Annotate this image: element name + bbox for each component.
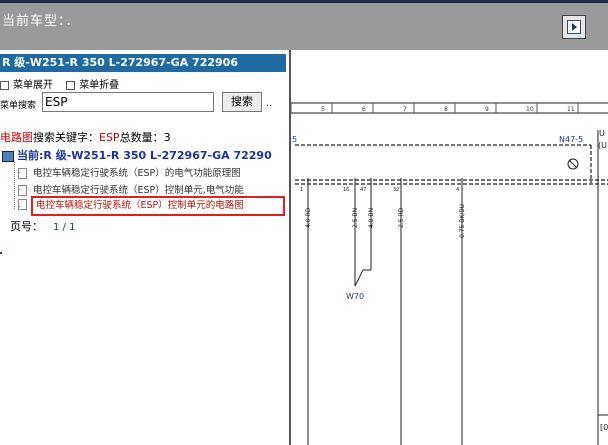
search-input[interactable] (42, 92, 214, 112)
ruler-number: 9 (485, 106, 489, 113)
search-result-summary: 电路图搜索关键字：ESP总数量：3 (0, 129, 171, 145)
pin-number: 4 (456, 187, 459, 193)
result-keyword-label: 搜索关键字： (33, 131, 99, 144)
wire-label: 0.75 BK/BU (459, 204, 466, 238)
exit-icon (567, 20, 581, 34)
tree-item-label: 电控车辆稳定行驶系统（ESP）控制单元,电气功能 (33, 185, 244, 196)
wire-label: 2.5 RD (398, 207, 405, 228)
result-keyword: ESP (99, 131, 120, 144)
tree-root-label: 当前:R 级-W251-R 350 L-272967-GA 72290 (17, 149, 272, 162)
tree-item-selected[interactable]: 电控车辆稳定行驶系统（ESP）控制单元的电路图 (31, 196, 285, 216)
current-model-title: 当前车型：． (2, 14, 80, 29)
computer-icon (2, 150, 14, 162)
ruler-number: 10 (526, 106, 534, 113)
exit-button[interactable] (562, 15, 586, 39)
page-label: 页号： (10, 220, 43, 233)
pagination: 页号： 1 / 1 (10, 218, 75, 234)
vehicle-bar: R 级-W251-R 350 L-272967-GA 722906 (0, 54, 286, 72)
ruler-number: 6 (362, 106, 366, 113)
pin-number: 32 (393, 187, 399, 193)
search-button[interactable]: 搜索 (222, 92, 262, 112)
scroll-marker (0, 252, 2, 254)
top-header: 当前车型：． (0, 0, 608, 50)
menu-toggle-row: 菜单展开 菜单折叠 (0, 76, 129, 91)
pin-number: 47 (360, 187, 366, 193)
wiring-diagram-panel[interactable]: 5 6 7 8 9 10 11 5 N47-5 U (U 1 16 47 32 … (291, 50, 608, 445)
menu-collapse-link[interactable]: 菜单折叠 (79, 80, 119, 91)
wire-label: 4.0 BN (368, 208, 375, 228)
pin-number: 16 (343, 187, 349, 193)
tree-item-icon-cell (18, 199, 30, 214)
ruler-number: 8 (444, 106, 448, 113)
search-row: 菜单搜索 搜索 .. (0, 92, 289, 114)
header-strip (0, 0, 608, 3)
component-label: N47-5 (559, 135, 583, 144)
tree-item[interactable]: 电控车辆稳定行驶系统（ESP）控制单元,电气功能 (18, 182, 286, 197)
tree-item-label: 电控车辆稳定行驶系统（ESP）的电气功能原理图 (33, 168, 241, 179)
search-label: 菜单搜索 (0, 101, 37, 111)
expand-icon (0, 80, 9, 90)
tree-item[interactable]: 电控车辆稳定行驶系统（ESP）的电气功能原理图 (18, 165, 286, 180)
left-reference: 5 (292, 135, 297, 144)
result-total-label: 总数量： (119, 131, 164, 144)
ground-point-label: W70 (346, 292, 364, 301)
tree-item-label: 电控车辆稳定行驶系统（ESP）控制单元的电路图 (36, 200, 244, 211)
search-extra: .. (266, 98, 273, 109)
tree-root[interactable]: 当前:R 级-W251-R 350 L-272967-GA 72290 (2, 147, 272, 163)
ruler-number: 7 (403, 106, 407, 113)
ruler-number: 5 (321, 106, 325, 113)
result-total: 3 (163, 131, 171, 144)
wiring-diagram: 5 6 7 8 9 10 11 5 N47-5 U (U 1 16 47 32 … (291, 102, 608, 445)
tree-connector (14, 161, 16, 209)
component-side-label: (U (598, 141, 607, 150)
wire-label: 2.5 BN (352, 208, 359, 228)
left-panel: R 级-W251-R 350 L-272967-GA 722906 菜单展开 菜… (0, 50, 289, 445)
page-number[interactable]: 1 / 1 (53, 222, 75, 233)
wire-label: 4.0 RD (305, 207, 312, 228)
result-category: 电路图 (0, 131, 33, 144)
menu-expand-link[interactable]: 菜单展开 (13, 80, 53, 91)
pin-number: 1 (300, 187, 303, 193)
document-icon (18, 199, 27, 210)
collapse-icon (66, 80, 76, 90)
ruler-number: 11 (567, 106, 575, 113)
document-icon (18, 168, 27, 179)
reference-label: [0 (600, 423, 608, 432)
component-side-label: U (599, 129, 605, 138)
document-icon (18, 185, 27, 196)
